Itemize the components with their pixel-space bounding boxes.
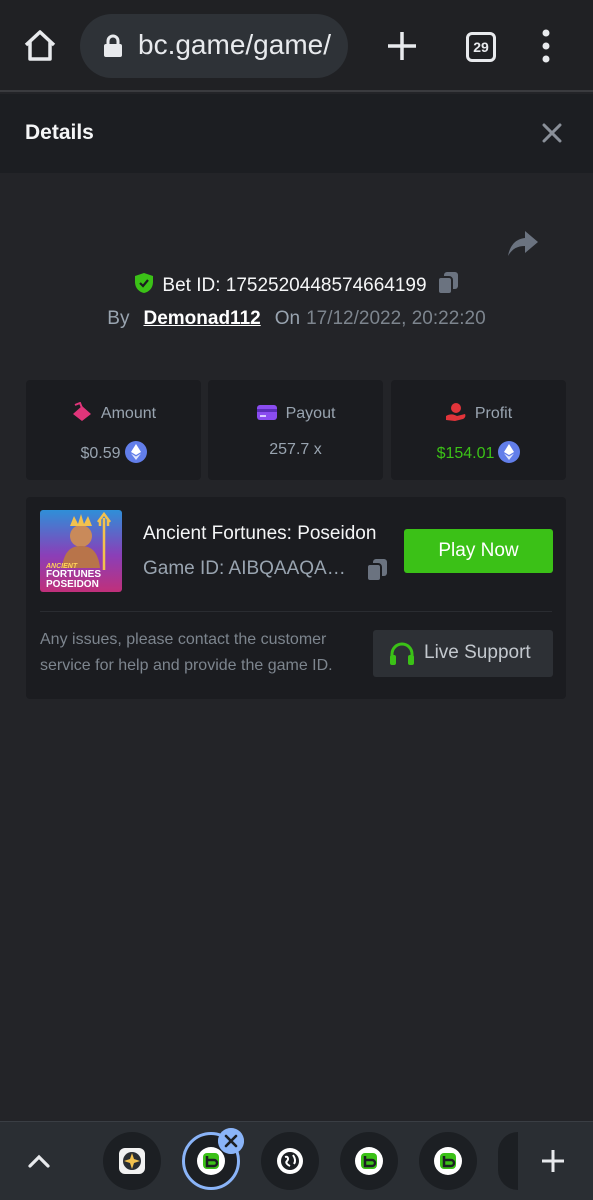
lock-icon — [104, 34, 122, 57]
url-text: bc.game/game/ — [138, 29, 331, 60]
globe-icon — [277, 1148, 303, 1174]
page-title: Details — [25, 121, 94, 144]
support-note: Any issues, please contact the customer … — [40, 631, 333, 674]
headset-icon — [390, 642, 414, 665]
play-now-button[interactable]: Play Now — [404, 529, 553, 573]
profit-icon — [445, 403, 466, 421]
payout-header: Payout — [208, 402, 383, 423]
eth-coin-icon — [498, 441, 521, 463]
tab-switcher-button[interactable]: 29 — [466, 32, 496, 62]
thumb-text-3: POSEIDON — [46, 579, 99, 590]
browser-toolbar: bc.game/game/ 29 — [0, 0, 593, 92]
live-support-label: Live Support — [424, 642, 531, 663]
amount-value-row: $0.59 — [26, 441, 201, 463]
details-header: Details — [0, 94, 593, 173]
profit-label: Profit — [474, 405, 513, 422]
tab-favicon-3[interactable] — [261, 1132, 319, 1190]
payout-label: Payout — [285, 405, 336, 422]
payout-card: Payout 257.7 x — [208, 380, 383, 480]
close-icon[interactable] — [540, 121, 564, 145]
tab-strip — [0, 1121, 593, 1200]
payout-value: 257.7 x — [269, 441, 322, 458]
bet-id-value: 1752520448574664199 — [225, 275, 427, 296]
close-tab-icon[interactable] — [218, 1128, 244, 1154]
game-card: ANCIENT FORTUNES POSEIDON Ancient Fortun… — [26, 497, 566, 699]
copy-icon[interactable] — [436, 271, 459, 295]
address-bar[interactable]: bc.game/game/ — [80, 14, 348, 78]
divider — [40, 611, 552, 612]
tab-favicon-4[interactable] — [340, 1132, 398, 1190]
tab-favicon-6-partial[interactable] — [498, 1132, 518, 1190]
username-link[interactable]: Demonad112 — [143, 308, 260, 329]
bc-game-icon — [197, 1147, 225, 1175]
amount-label: Amount — [100, 405, 157, 422]
on-label: On — [274, 308, 301, 329]
bet-id-label: Bet ID: — [162, 275, 221, 296]
compass-icon — [119, 1148, 145, 1174]
by-label: By — [107, 308, 130, 329]
game-thumbnail[interactable]: ANCIENT FORTUNES POSEIDON — [40, 510, 122, 592]
bet-meta-row: By Demonad112 On 17/12/2022, 20:22:20 — [0, 308, 593, 330]
game-id: Game ID: AIBQAAQAM... — [143, 558, 357, 579]
amount-value: $0.59 — [80, 445, 121, 462]
amount-icon — [72, 402, 91, 421]
amount-card: Amount $0.59 — [26, 380, 201, 480]
kebab-menu-icon[interactable] — [536, 28, 556, 64]
bet-details-content: Bet ID: 1752520448574664199 By Demonad112… — [0, 173, 593, 1121]
copy-icon[interactable] — [366, 558, 388, 582]
new-tab-plus-icon[interactable] — [384, 28, 420, 64]
share-icon[interactable] — [507, 229, 539, 257]
bc-game-icon — [434, 1147, 462, 1175]
verified-shield-icon — [135, 273, 154, 293]
profit-value: $154.01 — [436, 445, 495, 462]
eth-coin-icon — [124, 441, 147, 463]
tab-favicon-5[interactable] — [419, 1132, 477, 1190]
profit-value-row: $154.01 — [391, 441, 566, 463]
bet-datetime: 17/12/2022, 20:22:20 — [306, 308, 486, 329]
amount-header: Amount — [26, 402, 201, 423]
tab-favicon-1[interactable] — [103, 1132, 161, 1190]
game-name: Ancient Fortunes: Poseidon — [143, 523, 377, 544]
profit-header: Profit — [391, 402, 566, 423]
home-icon[interactable] — [20, 26, 60, 66]
payout-card-icon — [256, 405, 277, 420]
bet-id-row: Bet ID: 1752520448574664199 — [0, 271, 593, 297]
live-support-button[interactable]: Live Support — [373, 630, 553, 677]
bc-game-icon — [355, 1147, 383, 1175]
chevron-up-icon[interactable] — [26, 1149, 52, 1175]
profit-card: Profit $154.01 — [391, 380, 566, 480]
add-tab-plus-icon[interactable] — [540, 1148, 566, 1174]
